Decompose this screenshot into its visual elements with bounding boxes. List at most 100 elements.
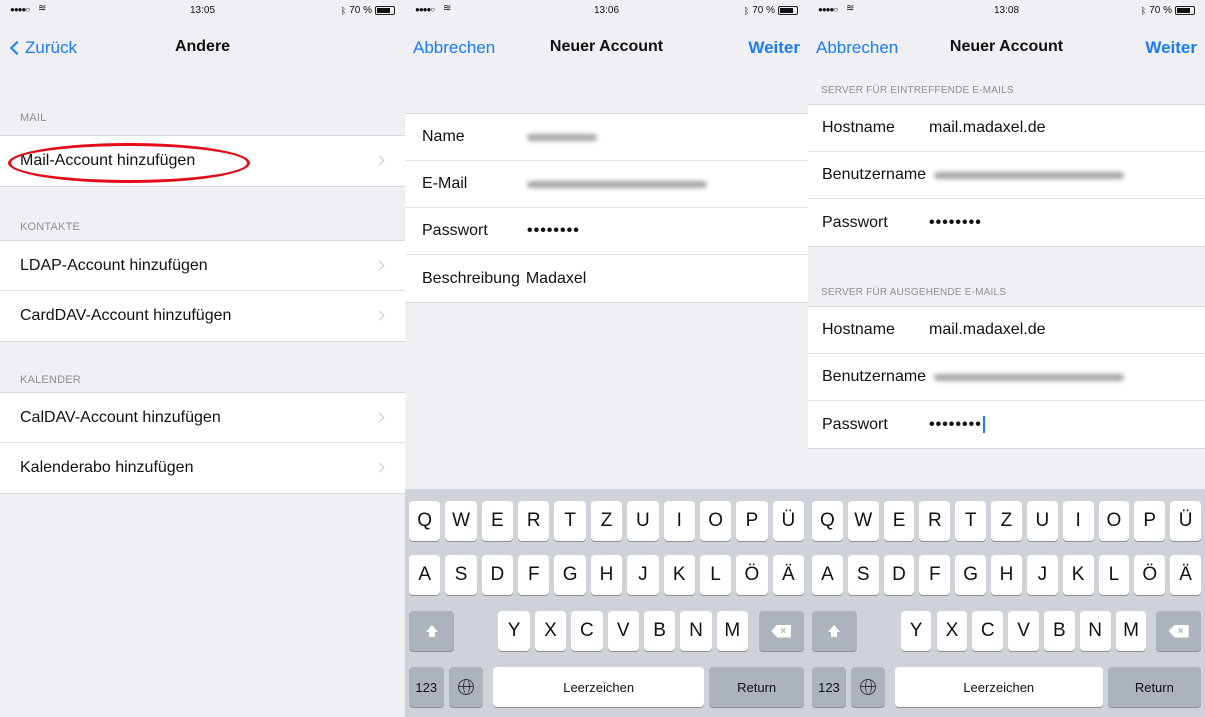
key-n[interactable]: N — [1079, 611, 1111, 651]
key-o[interactable]: O — [1098, 501, 1130, 541]
battery-icon — [778, 6, 798, 15]
key-t[interactable]: T — [955, 501, 987, 541]
key-m[interactable]: M — [1115, 611, 1147, 651]
shift-key[interactable] — [812, 611, 857, 651]
account-form: Name E-Mail Passwort •••••••• Beschreibun… — [405, 113, 808, 303]
outgoing-hostname-field[interactable]: Hostname mail.madaxel.de — [808, 307, 1205, 354]
name-field[interactable]: Name — [405, 114, 808, 161]
outgoing-password-field[interactable]: Passwort •••••••• — [808, 401, 1205, 448]
key-o[interactable]: O — [699, 501, 732, 541]
key-l[interactable]: L — [699, 555, 732, 595]
key-f[interactable]: F — [518, 555, 550, 595]
space-key[interactable]: Leerzeichen — [894, 667, 1103, 707]
key-x[interactable]: X — [534, 611, 567, 651]
key-v[interactable]: V — [1008, 611, 1039, 651]
incoming-username-field[interactable]: Benutzername — [808, 152, 1205, 199]
battery-percent: 70 % — [349, 5, 372, 16]
globe-key[interactable] — [850, 667, 885, 707]
key-r[interactable]: R — [518, 501, 550, 541]
field-label: Benutzername — [822, 368, 927, 385]
backspace-key[interactable]: × — [758, 611, 804, 651]
key-u[interactable]: U — [1026, 501, 1058, 541]
key-ä[interactable]: Ä — [772, 555, 804, 595]
key-s[interactable]: S — [847, 555, 879, 595]
description-field[interactable]: Beschreibung Madaxel — [405, 255, 808, 302]
key-h[interactable]: H — [590, 555, 623, 595]
next-button[interactable]: Weiter — [748, 38, 800, 58]
incoming-server-form: Hostname mail.madaxel.de Benutzername Pas… — [808, 104, 1205, 247]
shift-icon — [425, 625, 438, 637]
incoming-hostname-field[interactable]: Hostname mail.madaxel.de — [808, 105, 1205, 152]
key-t[interactable]: T — [554, 501, 586, 541]
key-q[interactable]: Q — [812, 501, 843, 541]
key-d[interactable]: D — [481, 555, 514, 595]
return-key[interactable]: Return — [1107, 667, 1201, 707]
key-e[interactable]: E — [481, 501, 514, 541]
numbers-key[interactable]: 123 — [812, 667, 846, 707]
numbers-key[interactable]: 123 — [409, 667, 444, 707]
password-field[interactable]: Passwort •••••••• — [405, 208, 808, 255]
next-button[interactable]: Weiter — [1145, 38, 1197, 58]
key-f[interactable]: F — [919, 555, 951, 595]
item-label: LDAP-Account hinzufügen — [20, 256, 208, 274]
keyboard: Q W E R T Z U I O P Ü A S D F G H J K L Ö Ä Y X C V B N M × 123 Leerzei… — [808, 489, 1205, 717]
item-label: CardDAV-Account hinzufügen — [20, 307, 232, 324]
globe-key[interactable] — [448, 667, 483, 707]
key-x[interactable]: X — [936, 611, 968, 651]
field-label: Passwort — [822, 415, 888, 433]
key-g[interactable]: G — [955, 555, 987, 595]
key-i[interactable]: I — [1062, 501, 1094, 541]
key-w[interactable]: W — [445, 501, 477, 541]
add-ldap-account-item[interactable]: LDAP-Account hinzufügen — [0, 241, 405, 291]
key-ö[interactable]: Ö — [1134, 555, 1166, 595]
key-ü[interactable]: Ü — [772, 501, 804, 541]
battery-status: ᛒ 70 % — [744, 5, 798, 16]
backspace-key[interactable]: × — [1156, 611, 1201, 651]
incoming-password-field[interactable]: Passwort •••••••• — [808, 199, 1205, 246]
key-ü[interactable]: Ü — [1170, 501, 1201, 541]
key-p[interactable]: P — [736, 501, 768, 541]
add-calendar-subscription-item[interactable]: Kalenderabo hinzufügen — [0, 443, 405, 493]
key-y[interactable]: Y — [900, 611, 932, 651]
space-key[interactable]: Leerzeichen — [493, 667, 705, 707]
key-m[interactable]: M — [716, 611, 749, 651]
add-caldav-account-item[interactable]: CalDAV-Account hinzufügen — [0, 393, 405, 443]
key-i[interactable]: I — [663, 501, 695, 541]
return-key[interactable]: Return — [709, 667, 804, 707]
key-q[interactable]: Q — [409, 501, 441, 541]
shift-key[interactable] — [409, 611, 455, 651]
key-b[interactable]: B — [1043, 611, 1075, 651]
key-ö[interactable]: Ö — [736, 555, 768, 595]
status-bar: ●●●●○ ≋ 13:08 ᛒ 70 % — [808, 0, 1205, 20]
key-w[interactable]: W — [847, 501, 879, 541]
key-g[interactable]: G — [554, 555, 586, 595]
key-s[interactable]: S — [445, 555, 477, 595]
key-e[interactable]: E — [883, 501, 915, 541]
key-j[interactable]: J — [1026, 555, 1058, 595]
key-u[interactable]: U — [627, 501, 659, 541]
key-y[interactable]: Y — [498, 611, 530, 651]
field-value: •••••••• — [929, 213, 982, 231]
key-z[interactable]: Z — [991, 501, 1022, 541]
key-a[interactable]: A — [812, 555, 843, 595]
email-field[interactable]: E-Mail — [405, 161, 808, 208]
key-v[interactable]: V — [607, 611, 639, 651]
key-j[interactable]: J — [627, 555, 659, 595]
key-n[interactable]: N — [680, 611, 712, 651]
key-ä[interactable]: Ä — [1170, 555, 1201, 595]
key-c[interactable]: C — [972, 611, 1004, 651]
key-p[interactable]: P — [1134, 501, 1166, 541]
key-c[interactable]: C — [571, 611, 603, 651]
key-k[interactable]: K — [663, 555, 695, 595]
key-a[interactable]: A — [409, 555, 441, 595]
key-k[interactable]: K — [1062, 555, 1094, 595]
key-r[interactable]: R — [919, 501, 951, 541]
outgoing-username-field[interactable]: Benutzername — [808, 354, 1205, 401]
bluetooth-icon: ᛒ — [1140, 5, 1147, 16]
key-h[interactable]: H — [991, 555, 1022, 595]
key-z[interactable]: Z — [590, 501, 623, 541]
key-l[interactable]: L — [1098, 555, 1130, 595]
key-d[interactable]: D — [883, 555, 915, 595]
key-b[interactable]: B — [643, 611, 676, 651]
add-carddav-account-item[interactable]: CardDAV-Account hinzufügen — [0, 291, 405, 341]
